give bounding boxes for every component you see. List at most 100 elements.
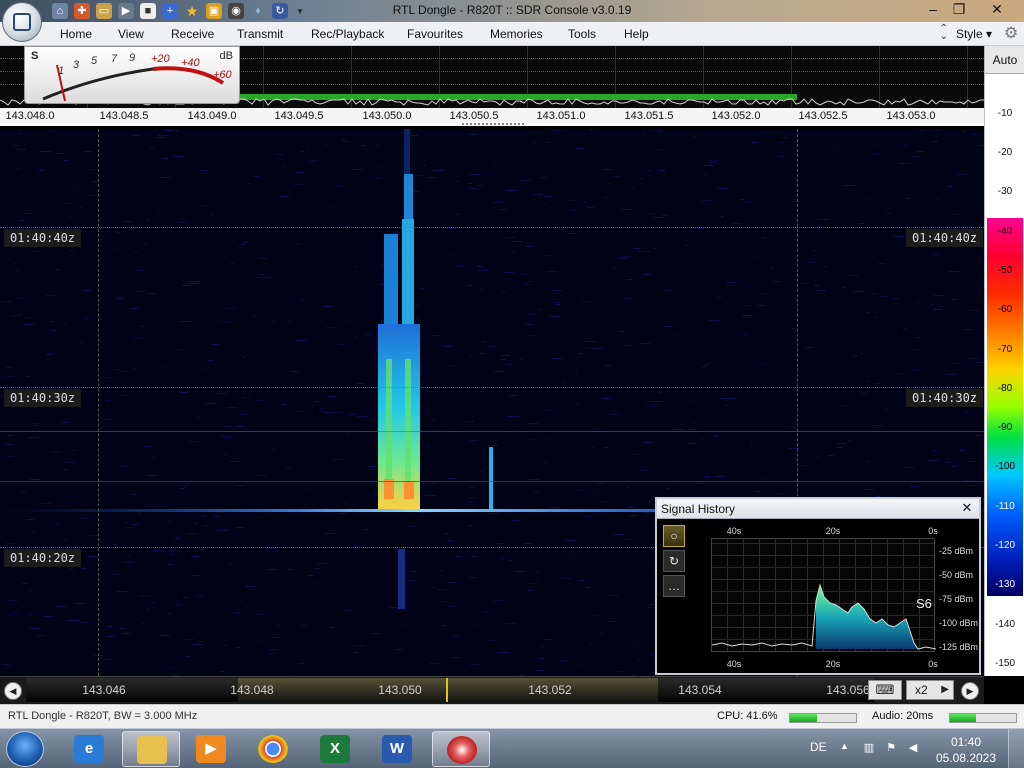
menu-memories[interactable]: Memories xyxy=(490,27,543,41)
tuning-label: 143.052 xyxy=(528,683,572,697)
spectrum-display[interactable]: S dB 1 3 5 7 9 +20 +40 +60 xyxy=(0,46,984,108)
freq-label: 143.051.5 xyxy=(624,110,674,122)
freq-label: 143.049.0 xyxy=(187,110,237,122)
menu-help[interactable]: Help xyxy=(624,27,649,41)
menu-bar: Home View Receive Transmit Rec/Playback … xyxy=(0,22,1024,46)
menu-view[interactable]: View xyxy=(118,27,144,41)
level-label: -10 xyxy=(997,108,1013,119)
freq-label: 143.048.5 xyxy=(99,110,149,122)
signal-history-trace xyxy=(711,583,937,650)
chrome-icon xyxy=(258,735,288,763)
device-status: RTL Dongle - R820T, BW = 3.000 MHz xyxy=(8,710,198,722)
splitter-handle[interactable] xyxy=(462,123,524,126)
waterfall-gridline xyxy=(0,227,984,228)
cpu-status: CPU: 41.6% xyxy=(717,710,778,722)
level-label: -70 xyxy=(997,344,1013,355)
taskbar-chrome[interactable] xyxy=(244,731,302,767)
menu-transmit[interactable]: Transmit xyxy=(237,27,283,41)
signal-history-header[interactable]: Signal History ✕ xyxy=(657,499,979,519)
signal-history-reset-button[interactable]: ↻ xyxy=(663,550,685,572)
action-center-icon[interactable]: ⚑ xyxy=(884,741,898,755)
s-meter-tick: 3 xyxy=(73,59,80,71)
settings-gear-icon[interactable]: ⚙ xyxy=(1002,25,1020,43)
s-meter-tick: +60 xyxy=(213,69,232,81)
taskbar: e ▶ X W DE ▲ ▥ ⚑ ◀ 01:40 05.08.2023 xyxy=(0,728,1024,768)
level-label: -110 xyxy=(995,501,1015,512)
taskbar-excel[interactable]: X xyxy=(306,731,364,767)
time-label-left: 01:40:20z xyxy=(4,549,82,567)
taskbar-media-player[interactable]: ▶ xyxy=(182,731,240,767)
language-indicator[interactable]: DE xyxy=(810,740,827,754)
freq-label: 143.052.5 xyxy=(798,110,848,122)
auto-level-button[interactable]: Auto xyxy=(985,46,1024,74)
menu-receive[interactable]: Receive xyxy=(171,27,214,41)
history-x-label: 40s xyxy=(726,659,742,669)
audio-meter-fill xyxy=(950,714,977,722)
keyboard-button[interactable]: ⌨ xyxy=(868,680,902,700)
tuning-bar: ◀ 143.046 143.048 143.050 143.052 143.05… xyxy=(0,676,984,704)
taskbar-file-explorer[interactable] xyxy=(122,731,180,767)
taskbar-internet-explorer[interactable]: e xyxy=(60,731,118,767)
freq-label: 143.053.0 xyxy=(886,110,936,122)
history-x-label: 20s xyxy=(825,526,841,536)
signal-history-more-button[interactable]: … xyxy=(663,575,685,597)
history-y-label: -125 dBm xyxy=(939,642,979,652)
zoom-button[interactable]: x2 ▶ xyxy=(906,680,954,700)
show-desktop-button[interactable] xyxy=(1008,729,1024,768)
taskbar-sdr-console[interactable] xyxy=(432,731,490,767)
close-button[interactable]: ✕ xyxy=(984,0,1010,20)
app-menu-button[interactable] xyxy=(2,2,42,42)
cpu-meter-fill xyxy=(790,714,818,722)
scroll-right-icon[interactable]: ▶ xyxy=(961,682,979,700)
tuning-label: 143.054 xyxy=(678,683,722,697)
menu-home[interactable]: Home xyxy=(60,27,92,41)
tuning-label: 143.056 xyxy=(826,683,870,697)
status-bar: RTL Dongle - R820T, BW = 3.000 MHz CPU: … xyxy=(0,704,1024,728)
network-icon[interactable]: ▥ xyxy=(862,741,876,755)
style-menu[interactable]: Style ▾ xyxy=(956,27,992,41)
menu-tools[interactable]: Tools xyxy=(568,27,596,41)
scroll-left-icon[interactable]: ◀ xyxy=(4,682,22,700)
minimize-button[interactable]: – xyxy=(920,0,946,20)
tuning-visible-range xyxy=(238,678,658,702)
close-icon[interactable]: ✕ xyxy=(959,500,975,516)
freq-label: 143.048.0 xyxy=(5,110,55,122)
style-chevrons-icon[interactable]: ⌃ ⌄ xyxy=(940,24,948,42)
s-reading: S6 xyxy=(916,596,932,611)
level-label: -50 xyxy=(997,265,1013,276)
sdr-console-window: ⌂ ✚ ▭ ▶ ■ + ★ ▣ ◉ ♦ ↻ ▾ RTL Dongle - R82… xyxy=(0,0,1024,768)
history-y-label: -25 dBm xyxy=(939,546,974,556)
history-x-label: 40s xyxy=(726,526,742,536)
taskbar-word[interactable]: W xyxy=(368,731,426,767)
maximize-button[interactable]: ❐ xyxy=(946,0,972,20)
media-player-icon: ▶ xyxy=(196,735,226,763)
s-meter-tick: +20 xyxy=(151,53,170,65)
volume-icon[interactable]: ◀ xyxy=(906,741,920,755)
history-y-label: -75 dBm xyxy=(939,594,974,604)
signal-history-mode-button[interactable]: ○ xyxy=(663,525,685,547)
level-label: -20 xyxy=(997,147,1013,158)
frequency-scale[interactable]: 143.048.0 143.048.5 143.049.0 143.049.5 … xyxy=(0,108,984,126)
s-meter-tick: 9 xyxy=(129,52,136,64)
freq-label: 143.051.0 xyxy=(536,110,586,122)
menu-rec-playback[interactable]: Rec/Playback xyxy=(311,27,384,41)
menu-favourites[interactable]: Favourites xyxy=(407,27,463,41)
tuning-label: 143.046 xyxy=(82,683,126,697)
level-label: -130 xyxy=(994,579,1015,590)
signal-history-window[interactable]: Signal History ✕ ○ ↻ … 40s 20s 0s S6 -25… xyxy=(655,497,981,675)
clock-time: 01:40 xyxy=(950,735,982,749)
level-label: -40 xyxy=(997,226,1013,237)
clock[interactable]: 01:40 05.08.2023 xyxy=(934,734,998,766)
level-label: -90 xyxy=(997,422,1013,433)
tuning-strip[interactable]: 143.046 143.048 143.050 143.052 143.054 … xyxy=(26,678,874,702)
history-x-label: 20s xyxy=(825,659,841,669)
show-hidden-icons-icon[interactable]: ▲ xyxy=(840,741,849,751)
history-y-label: -50 dBm xyxy=(939,570,974,580)
waterfall-gridline xyxy=(0,387,984,388)
tuning-label: 143.048 xyxy=(230,683,274,697)
start-button[interactable] xyxy=(6,731,44,767)
tuning-marker[interactable] xyxy=(446,678,448,702)
play-arrow-icon: ▶ xyxy=(941,684,949,695)
level-label: -60 xyxy=(997,304,1013,315)
sdr-console-icon xyxy=(447,736,477,764)
